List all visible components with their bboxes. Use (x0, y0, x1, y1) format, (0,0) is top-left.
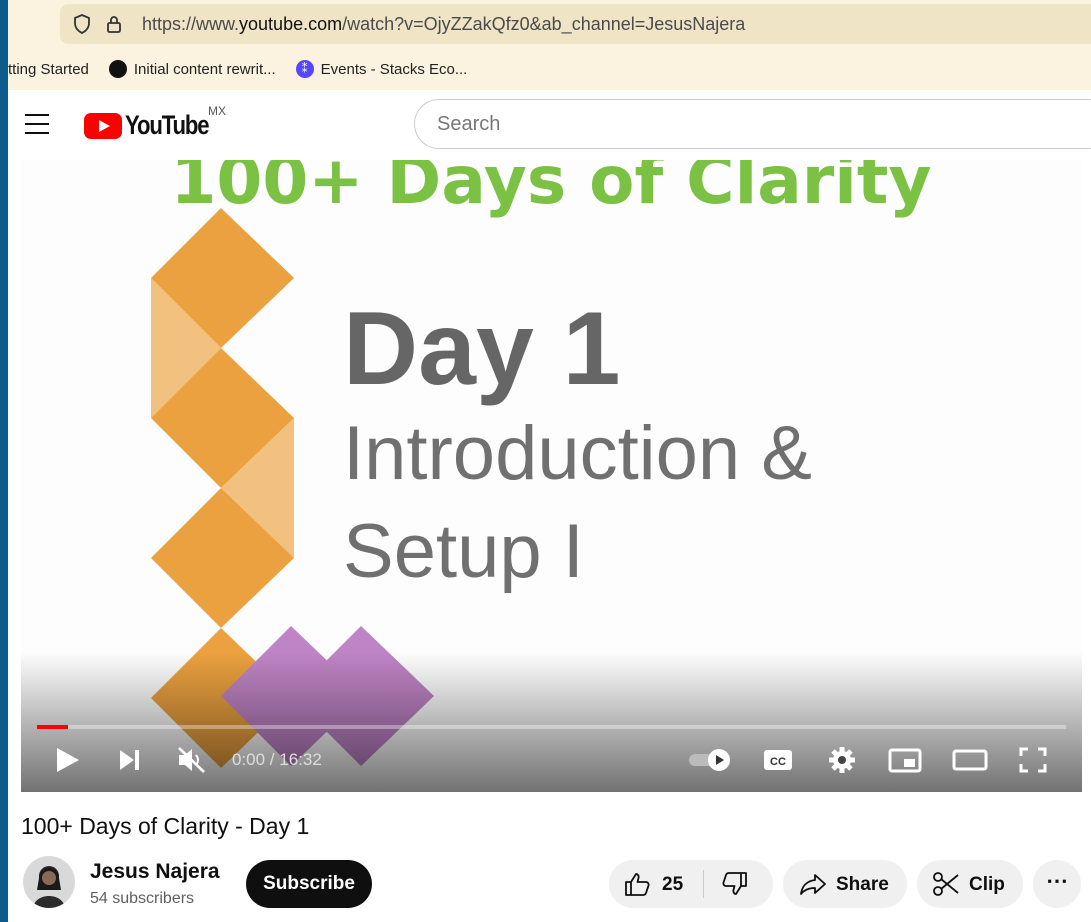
time-display: 0:00 / 16:32 (232, 750, 322, 769)
next-icon[interactable] (117, 745, 143, 777)
subscriber-count: 54 subscribers (90, 890, 195, 907)
miniplayer-icon[interactable] (887, 745, 923, 777)
like-divider (703, 870, 704, 898)
logo-wordmark: YouTube (125, 110, 210, 140)
autoplay-toggle-icon[interactable] (687, 745, 733, 777)
bookmark-initial-content[interactable]: Initial content rewrit... (108, 60, 276, 78)
bookmark-label: Initial content rewrit... (133, 60, 276, 78)
subscribe-button[interactable]: Subscribe (246, 860, 372, 908)
video-frame-subtitle: Setup I (343, 509, 584, 594)
bookmarks-bar: tting Started Initial content rewrit... … (8, 56, 487, 82)
url-path: /watch?v=OjyZZakQfz0&ab_channel=JesusNaj… (342, 14, 746, 34)
play-icon[interactable] (55, 745, 81, 777)
share-arrow-icon (799, 872, 827, 901)
video-title: 100+ Days of Clarity - Day 1 (21, 813, 310, 839)
more-actions-button[interactable]: ⋯ (1033, 860, 1081, 908)
like-dislike-group: 25 (609, 860, 773, 908)
captions-icon[interactable]: CC (761, 745, 795, 777)
like-icon[interactable] (623, 871, 651, 902)
video-frame-title: 100+ Days of Clarity (170, 160, 932, 219)
theater-mode-icon[interactable] (951, 745, 989, 777)
youtube-logo[interactable]: YouTube (84, 110, 227, 141)
bookmark-getting-started[interactable]: tting Started (8, 61, 89, 78)
shield-icon[interactable] (72, 14, 92, 34)
settings-gear-icon[interactable] (827, 745, 857, 777)
desktop-edge (0, 0, 8, 922)
url-text[interactable]: https://www.youtube.com/watch?v=OjyZZakQ… (142, 14, 745, 35)
video-frame-day: Day 1 (343, 291, 621, 407)
url-domain: youtube.com (239, 14, 343, 34)
progress-fill (37, 725, 68, 729)
browser-chrome: https://www.youtube.com/watch?v=OjyZZakQ… (8, 0, 1091, 91)
github-icon (108, 60, 127, 78)
youtube-masthead: YouTube MX Search (8, 90, 1091, 160)
share-button[interactable]: Share (783, 860, 907, 908)
stacks-icon: ⁑ (295, 60, 314, 78)
video-frame-subtitle: Introduction & (343, 411, 812, 496)
youtube-play-icon (84, 112, 122, 139)
progress-bar[interactable] (37, 725, 1066, 729)
mute-icon[interactable] (176, 745, 208, 777)
svg-text:CC: CC (770, 756, 786, 768)
bookmark-label: Events - Stacks Eco... (320, 60, 468, 78)
region-code: MX (208, 104, 226, 118)
clip-label: Clip (969, 874, 1005, 895)
like-count[interactable]: 25 (662, 874, 683, 896)
dislike-icon[interactable] (721, 871, 749, 902)
menu-icon[interactable] (25, 114, 49, 134)
channel-name[interactable]: Jesus Najera (90, 860, 220, 884)
search-placeholder: Search (437, 113, 501, 135)
fullscreen-icon[interactable] (1017, 745, 1049, 777)
clip-button[interactable]: Clip (917, 860, 1023, 908)
video-player[interactable]: 100+ Days of Clarity Day 1 Introduction … (21, 160, 1082, 792)
share-label: Share (836, 874, 889, 895)
address-bar[interactable]: https://www.youtube.com/watch?v=OjyZZakQ… (60, 4, 1091, 44)
lock-icon[interactable] (104, 14, 124, 34)
bookmark-label: tting Started (8, 60, 89, 78)
channel-avatar[interactable] (23, 856, 75, 908)
url-prefix: https://www. (142, 14, 240, 34)
bookmark-stacks-events[interactable]: ⁑ Events - Stacks Eco... (295, 60, 468, 78)
search-input[interactable]: Search (414, 99, 1091, 149)
scissors-icon (932, 871, 960, 902)
